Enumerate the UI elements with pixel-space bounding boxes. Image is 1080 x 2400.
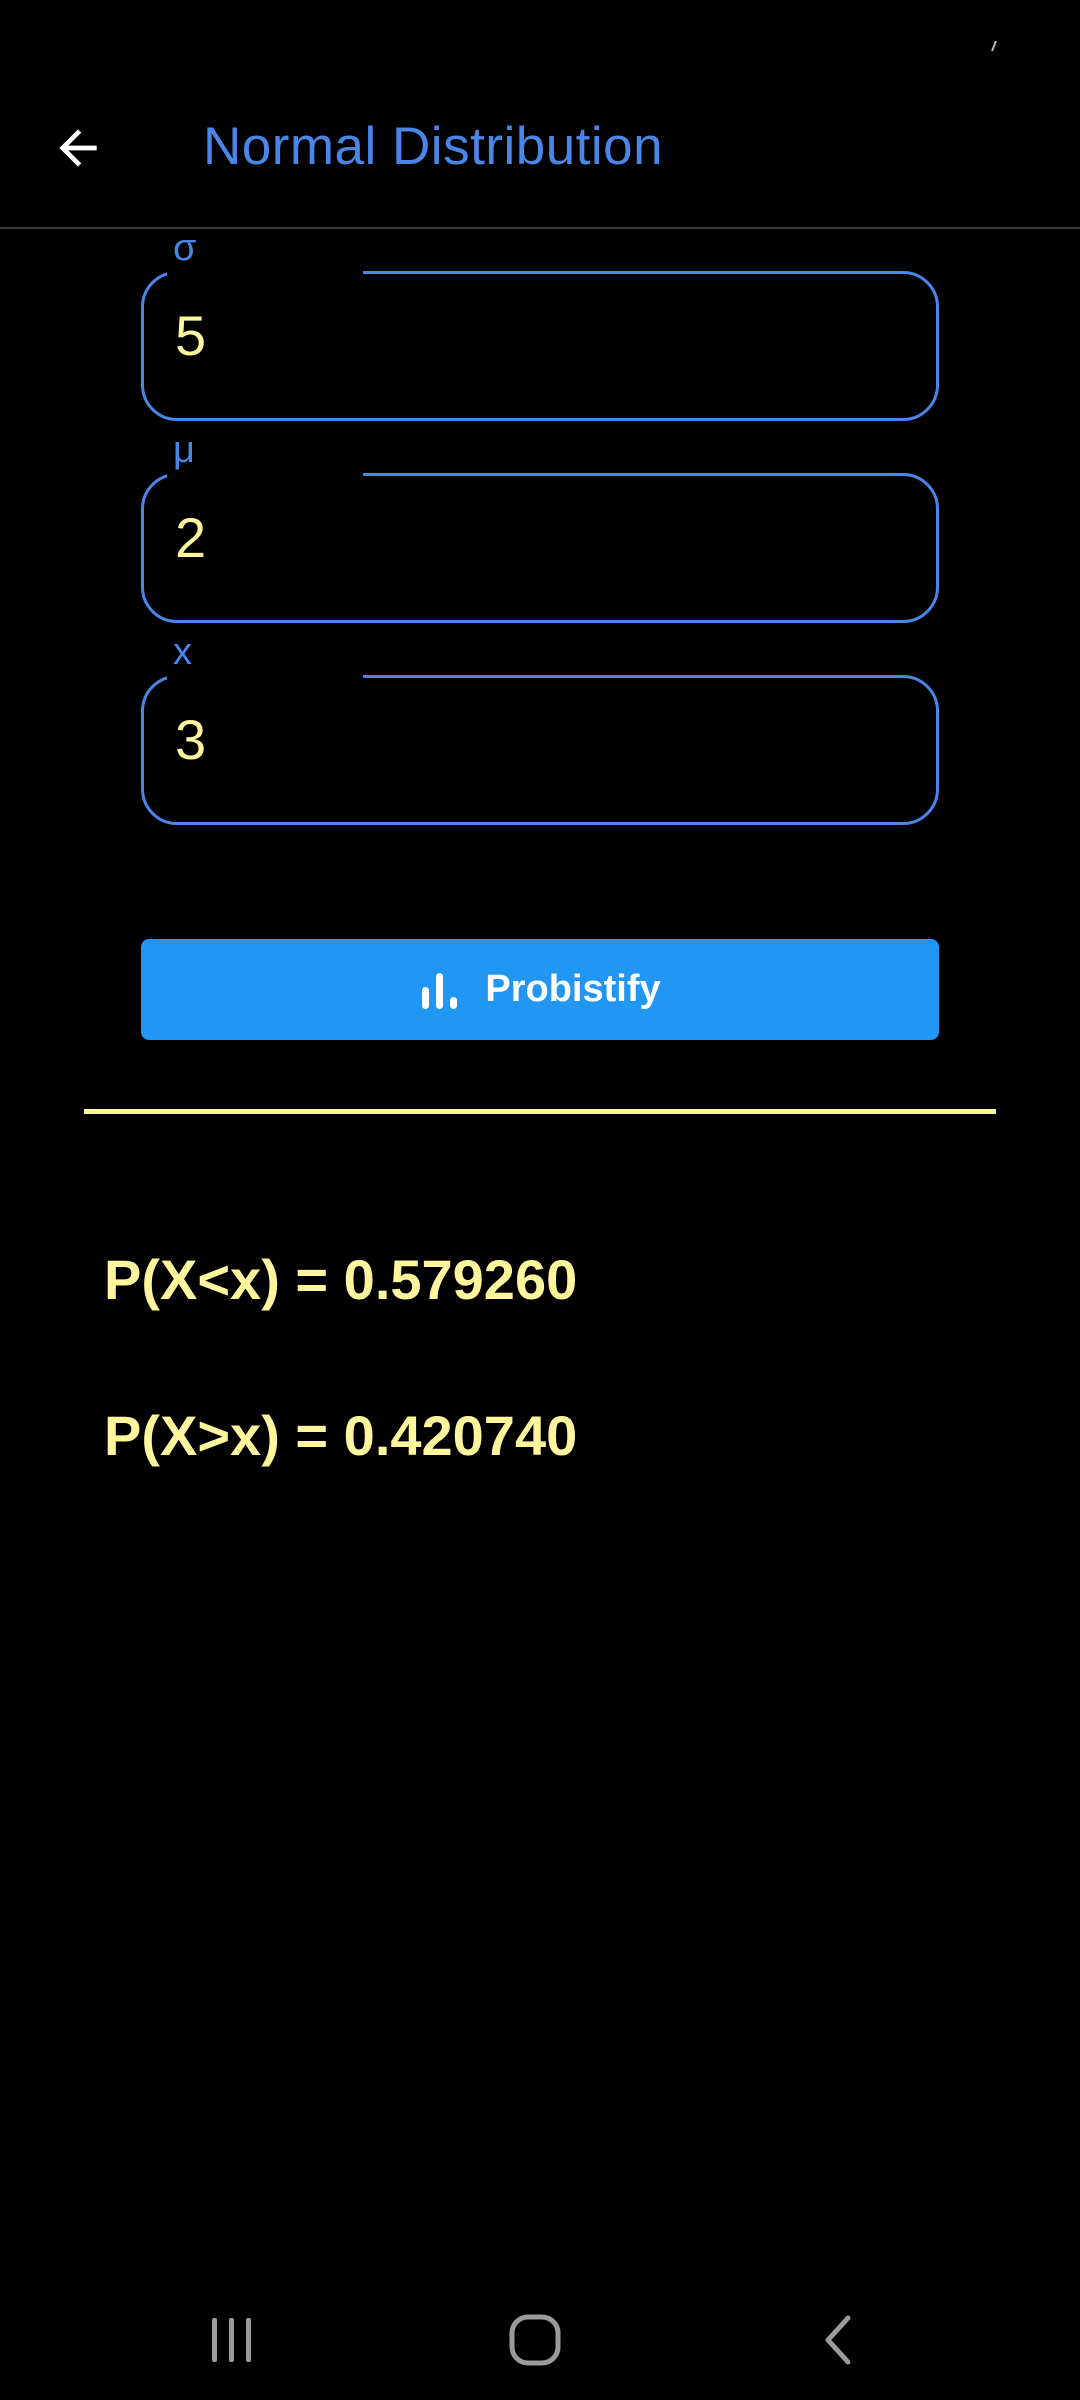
results-divider: [84, 1109, 996, 1114]
system-nav-bar: [0, 2270, 1080, 2400]
mu-input[interactable]: [175, 505, 875, 570]
screen: Normal Distribution σ μ x Probistify P(X…: [0, 0, 1080, 2400]
field-notch: [167, 467, 363, 479]
field-notch: [167, 669, 363, 681]
arrow-left-icon: [59, 129, 97, 167]
recents-button[interactable]: [172, 2290, 292, 2390]
probistify-button-label: Probistify: [485, 968, 661, 1010]
x-field-label: x: [173, 631, 192, 673]
result-greater-than: P(X>x) = 0.420740: [104, 1404, 578, 1467]
sigma-field-label: σ: [173, 227, 197, 269]
bar-chart-icon: [422, 972, 458, 1009]
nav-back-button[interactable]: [778, 2290, 898, 2390]
x-input[interactable]: [175, 707, 875, 772]
home-icon: [509, 2314, 561, 2366]
sigma-input[interactable]: [175, 303, 875, 368]
back-chevron-icon: [825, 2315, 851, 2365]
recents-icon: [212, 2318, 251, 2362]
back-button[interactable]: [40, 110, 116, 186]
mu-field-label: μ: [173, 429, 195, 471]
app-bar: Normal Distribution: [0, 0, 1080, 229]
x-field[interactable]: x: [141, 633, 939, 825]
probistify-button[interactable]: Probistify: [141, 939, 939, 1040]
mu-field[interactable]: μ: [141, 431, 939, 623]
result-less-than: P(X<x) = 0.579260: [104, 1248, 578, 1311]
page-title: Normal Distribution: [203, 117, 664, 176]
sigma-field[interactable]: σ: [141, 229, 939, 421]
home-button[interactable]: [475, 2290, 595, 2390]
